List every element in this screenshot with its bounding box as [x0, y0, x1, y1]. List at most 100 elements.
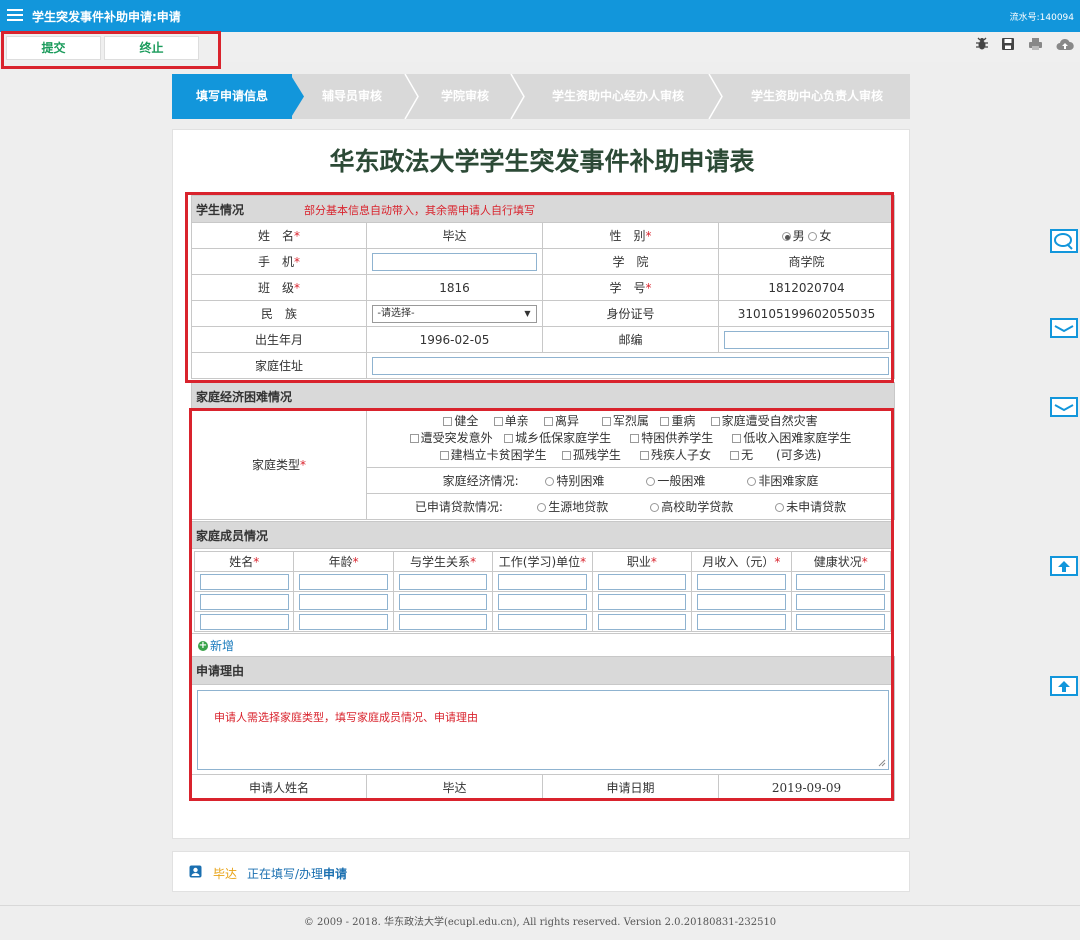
table-row [193, 611, 892, 632]
mail-icon[interactable] [1050, 397, 1078, 417]
family-members-table: 姓名* 年龄* 与学生关系* 工作(学习)单位* 职业* 月收入（元）* 健康状… [193, 551, 892, 632]
member-input[interactable] [597, 613, 687, 630]
economic-status-label: 家庭经济情况: [442, 474, 519, 488]
step-arrow [510, 74, 525, 119]
message-icon[interactable] [1050, 318, 1078, 338]
gender-radio-group: 男 女 [717, 222, 896, 249]
checkbox[interactable] [543, 417, 553, 426]
date-label: 申请日期 [542, 774, 719, 801]
table-row [193, 591, 892, 612]
step-aid-center-handler: 学生资助中心经办人审核 [551, 89, 684, 103]
reason-cell: 申请人需选择家庭类型，填写家庭成员情况、申请理由 [190, 684, 896, 775]
checkbox[interactable] [443, 417, 453, 426]
plus-icon: + [198, 640, 208, 651]
checkbox[interactable] [439, 451, 449, 460]
phone-input[interactable] [372, 252, 537, 271]
member-input[interactable] [597, 593, 687, 610]
checkbox[interactable] [409, 434, 419, 443]
college-value: 商学院 [717, 248, 896, 275]
serial-number: 流水号:140094 [1009, 13, 1074, 23]
member-input[interactable] [796, 573, 886, 590]
member-input[interactable] [796, 613, 886, 630]
checkbox[interactable] [493, 417, 503, 426]
class-value: 1816 [366, 274, 543, 301]
gender-male-label: 男 [792, 229, 805, 243]
address-input[interactable] [371, 356, 890, 375]
top-bar: 学生突发事件补助申请:申请 流水号:140094 [0, 0, 1080, 32]
econ-radio[interactable] [646, 477, 656, 486]
checkbox[interactable] [710, 417, 720, 426]
member-input[interactable] [597, 573, 687, 590]
student-no-label: 学 号* [542, 274, 719, 301]
member-input[interactable] [398, 593, 488, 610]
checkbox[interactable] [561, 451, 571, 460]
chat-icon[interactable] [1050, 229, 1078, 253]
scroll-top-icon[interactable] [1050, 676, 1078, 696]
member-input[interactable] [299, 573, 388, 590]
reason-textarea[interactable]: 申请人需选择家庭类型，填写家庭成员情况、申请理由 [197, 689, 889, 770]
checkbox[interactable] [732, 434, 742, 443]
gender-label: 性 别* [542, 222, 719, 249]
print-icon[interactable] [1028, 37, 1043, 54]
add-member-row: + 新增 [191, 633, 894, 657]
member-input[interactable] [398, 573, 488, 590]
member-input[interactable] [199, 573, 289, 590]
zip-input[interactable] [724, 330, 889, 349]
member-input[interactable] [498, 593, 587, 610]
member-input[interactable] [796, 593, 886, 610]
loan-status-label: 已申请贷款情况: [414, 500, 503, 514]
member-input[interactable] [696, 593, 786, 610]
ethnic-select[interactable]: -请选择- [372, 304, 537, 323]
member-input[interactable] [696, 573, 786, 590]
ethnic-label: 民 族 [191, 300, 367, 327]
form-title: 华东政法大学学生突发事件补助申请表 [329, 147, 755, 176]
step-arrow [708, 74, 723, 119]
class-label: 班 级* [191, 274, 367, 301]
econ-radio[interactable] [545, 477, 555, 486]
cloud-upload-icon[interactable] [1056, 37, 1074, 54]
step-arrow [404, 74, 419, 119]
footer-copyright: © 2009 - 2018. 华东政法大学(ecupl.edu.cn), All… [0, 905, 1080, 938]
checkbox[interactable] [660, 417, 670, 426]
section-family-members: 家庭成员情况 [191, 521, 894, 549]
menu-icon[interactable] [7, 9, 23, 22]
member-input[interactable] [199, 613, 289, 630]
member-input[interactable] [498, 573, 587, 590]
approval-steps: 填写申请信息 辅导员审核 学院审核 学生资助中心经办人审核 学生资助中心负责人审… [172, 74, 910, 119]
step-counselor: 辅导员审核 [321, 89, 382, 103]
checkbox[interactable] [640, 451, 649, 460]
loan-radio[interactable] [537, 503, 547, 512]
member-input[interactable] [199, 593, 289, 610]
loan-radio[interactable] [775, 503, 785, 512]
loan-status-row: 已申请贷款情况: 生源地贷款 高校助学贷款 未申请贷款 [365, 493, 896, 520]
checkbox[interactable] [601, 417, 611, 426]
action-button-group: 提交 终止 [1, 31, 221, 69]
student-no-value: 1812020704 [717, 274, 896, 301]
stop-button[interactable]: 终止 [104, 36, 199, 60]
ethnic-cell: -请选择- [366, 300, 543, 327]
resize-grip-icon[interactable] [878, 759, 886, 767]
checkbox[interactable] [730, 451, 740, 460]
back-to-top-icon[interactable] [1050, 556, 1078, 576]
gender-female-radio[interactable] [808, 232, 818, 241]
save-icon[interactable] [1001, 37, 1015, 54]
member-input[interactable] [398, 613, 488, 630]
member-input[interactable] [299, 613, 388, 630]
checkbox[interactable] [630, 434, 640, 443]
id-label: 身份证号 [542, 300, 719, 327]
member-input[interactable] [498, 613, 587, 630]
member-input[interactable] [696, 613, 786, 630]
econ-radio[interactable] [747, 477, 757, 486]
member-input[interactable] [299, 593, 388, 610]
id-value: 310105199602055035 [717, 300, 896, 327]
checkbox[interactable] [504, 434, 514, 443]
add-member-button[interactable]: + 新增 [191, 633, 894, 657]
multi-select-note: (可多选) [776, 448, 822, 462]
college-label: 学 院 [542, 248, 719, 275]
loan-radio[interactable] [650, 503, 660, 512]
family-members-section: 家庭成员情况 [191, 521, 894, 549]
gender-female-label: 女 [819, 229, 832, 243]
gender-male-radio[interactable] [781, 232, 791, 241]
bug-icon[interactable] [975, 37, 989, 54]
submit-button[interactable]: 提交 [6, 36, 101, 60]
